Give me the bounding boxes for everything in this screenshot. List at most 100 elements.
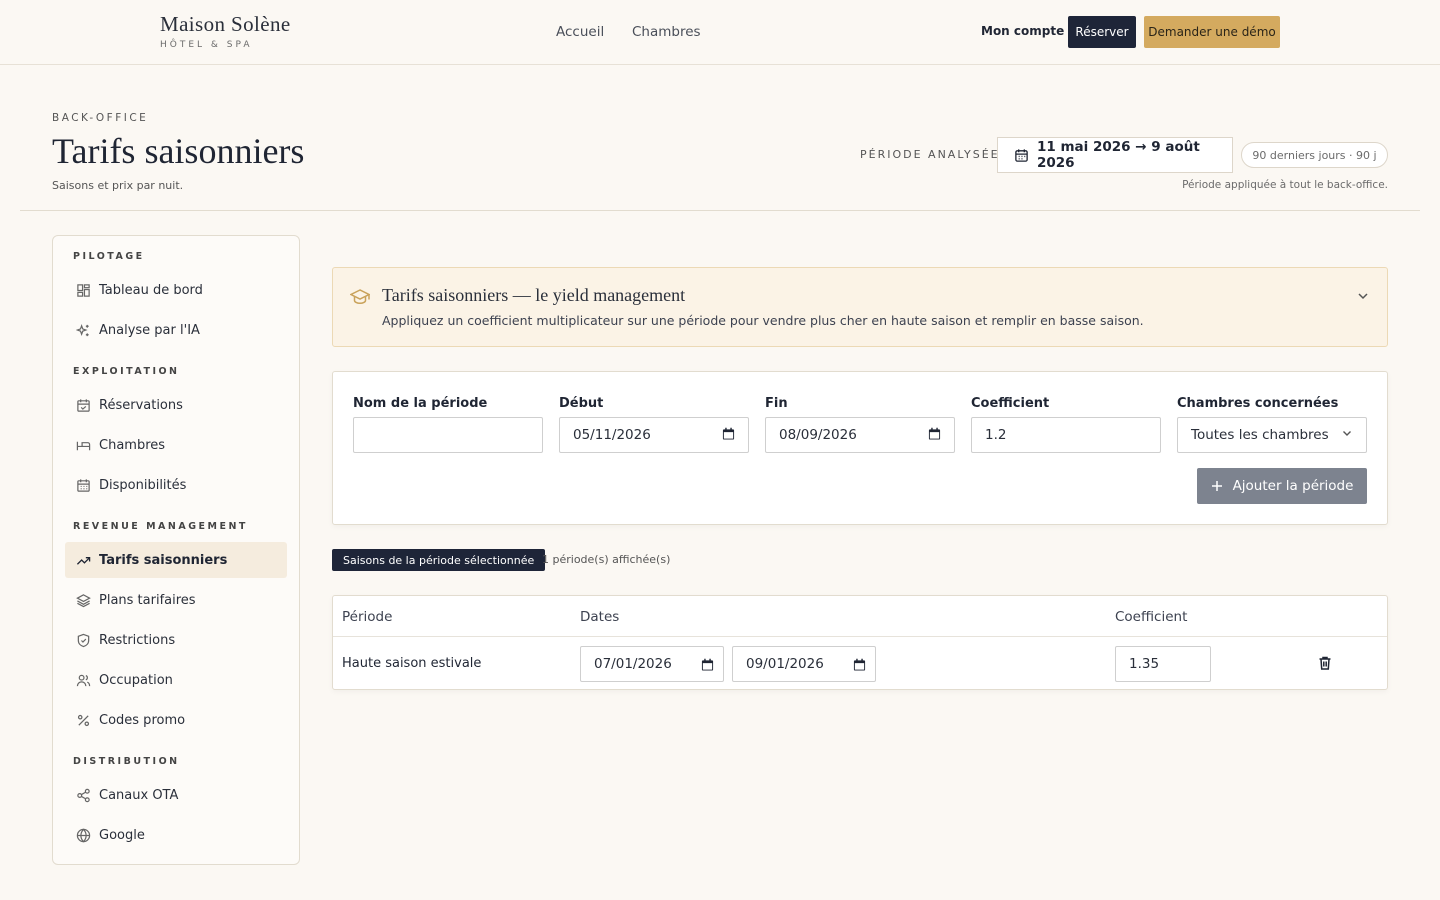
row-end-date-value: 09/01/2026 <box>746 656 824 672</box>
sidebar-item-occupancy[interactable]: Occupation <box>65 662 287 698</box>
rooms-value: Toutes les chambres <box>1191 427 1329 443</box>
sidebar-item-dashboard[interactable]: Tableau de bord <box>65 272 287 308</box>
sidebar-item-label: Chambres <box>99 437 166 453</box>
calendar-grid-icon <box>75 477 91 493</box>
row-period-name: Haute saison estivale <box>342 656 482 671</box>
row-coefficient-input[interactable]: 1.35 <box>1115 646 1211 682</box>
share-icon <box>75 787 91 803</box>
coefficient-label: Coefficient <box>971 396 1050 411</box>
period-picker[interactable]: 11 mai 2026 → 9 août 2026 <box>997 137 1233 173</box>
brand-name: Maison Solène <box>160 12 291 36</box>
nav-chambres[interactable]: Chambres <box>632 24 701 40</box>
row-coefficient-value: 1.35 <box>1129 656 1160 672</box>
sparkles-icon <box>75 322 91 338</box>
sidebar-item-label: Codes promo <box>99 712 186 728</box>
percent-icon <box>75 712 91 728</box>
period-preset-pill[interactable]: 90 derniers jours · 90 j <box>1241 142 1388 168</box>
period-range: 11 mai 2026 → 9 août 2026 <box>1037 139 1200 171</box>
sidebar-item-label: Analyse par l'IA <box>99 322 200 338</box>
chevron-down-icon[interactable] <box>1356 288 1370 307</box>
sidebar-item-availability[interactable]: Disponibilités <box>65 467 287 503</box>
calendar-check-icon <box>75 397 91 413</box>
demo-button[interactable]: Demander une démo <box>1144 16 1280 48</box>
start-date-label: Début <box>559 396 604 411</box>
period-count: 1 période(s) affichée(s) <box>542 553 671 566</box>
trending-up-icon <box>75 552 91 568</box>
sidebar-section-revenue: REVENUE MANAGEMENT <box>73 521 248 532</box>
sidebar-item-ota-channels[interactable]: Canaux OTA <box>65 777 287 813</box>
dashboard-icon <box>75 282 91 298</box>
period-name-label: Nom de la période <box>353 396 488 411</box>
sidebar: PILOTAGE Tableau de bord Analyse par l'I… <box>52 235 300 865</box>
add-period-form: Nom de la période Début 05/11/2026 Fin 0… <box>332 371 1388 525</box>
sidebar-section-pilotage: PILOTAGE <box>73 251 145 262</box>
sidebar-item-rate-plans[interactable]: Plans tarifaires <box>65 582 287 618</box>
coefficient-input[interactable]: 1.2 <box>971 417 1161 453</box>
period-name-input[interactable] <box>353 417 543 453</box>
account-link[interactable]: Mon compte <box>981 24 1064 38</box>
sidebar-item-label: Canaux OTA <box>99 787 179 803</box>
sidebar-item-promo-codes[interactable]: Codes promo <box>65 702 287 738</box>
sidebar-item-google[interactable]: Google <box>65 817 287 853</box>
plus-icon <box>1211 480 1223 492</box>
end-date-label: Fin <box>765 396 788 411</box>
info-banner[interactable]: Tarifs saisonniers — le yield management… <box>332 267 1388 347</box>
info-title: Tarifs saisonniers — le yield management <box>382 285 686 305</box>
sidebar-item-label: Google <box>99 827 145 843</box>
sidebar-item-label: Plans tarifaires <box>99 592 196 608</box>
sidebar-item-label: Disponibilités <box>99 477 187 493</box>
page-subtitle: Saisons et prix par nuit. <box>52 179 184 192</box>
calendar-icon[interactable] <box>928 427 941 444</box>
page-eyebrow: BACK-OFFICE <box>52 112 149 124</box>
book-button[interactable]: Réserver <box>1068 16 1136 48</box>
sidebar-item-reservations[interactable]: Réservations <box>65 387 287 423</box>
nav-accueil[interactable]: Accueil <box>556 24 604 40</box>
sidebar-section-distribution: DISTRIBUTION <box>73 756 180 767</box>
bed-icon <box>75 437 91 453</box>
calendar-icon <box>1014 148 1037 163</box>
sidebar-item-restrictions[interactable]: Restrictions <box>65 622 287 658</box>
sidebar-item-label: Tableau de bord <box>99 282 203 298</box>
calendar-icon[interactable] <box>722 427 735 444</box>
column-header-coefficient: Coefficient <box>1115 609 1188 625</box>
seasons-filter-badge: Saisons de la période sélectionnée <box>332 549 546 571</box>
users-icon <box>75 672 91 688</box>
top-bar: Maison Solène HÔTEL & SPA Accueil Chambr… <box>0 0 1440 65</box>
table-header-divider <box>333 636 1387 637</box>
row-start-date-input[interactable]: 07/01/2026 <box>580 646 724 682</box>
add-period-label: Ajouter la période <box>1232 478 1354 494</box>
sidebar-item-label: Tarifs saisonniers <box>99 552 228 568</box>
chevron-down-icon <box>1341 427 1353 443</box>
add-period-button[interactable]: Ajouter la période <box>1197 468 1367 504</box>
sidebar-item-seasonal-rates[interactable]: Tarifs saisonniers <box>65 542 287 578</box>
period-label: PÉRIODE ANALYSÉE <box>860 148 1000 161</box>
page-title: Tarifs saisonniers <box>52 131 305 171</box>
brand-logo[interactable]: Maison Solène HÔTEL & SPA <box>160 12 291 50</box>
column-header-dates: Dates <box>580 609 620 625</box>
end-date-value: 08/09/2026 <box>779 427 857 443</box>
sidebar-item-rooms[interactable]: Chambres <box>65 427 287 463</box>
layers-icon <box>75 592 91 608</box>
calendar-icon[interactable] <box>701 658 714 671</box>
trash-icon[interactable] <box>1317 655 1333 675</box>
sidebar-item-label: Réservations <box>99 397 183 413</box>
sidebar-item-label: Occupation <box>99 672 173 688</box>
divider <box>20 210 1420 211</box>
sidebar-item-ai-analysis[interactable]: Analyse par l'IA <box>65 312 287 348</box>
start-date-input[interactable]: 05/11/2026 <box>559 417 749 453</box>
seasons-table: Période Dates Coefficient Haute saison e… <box>332 595 1388 690</box>
rooms-select[interactable]: Toutes les chambres <box>1177 417 1367 453</box>
brand-tagline: HÔTEL & SPA <box>160 40 253 50</box>
sidebar-item-label: Restrictions <box>99 632 176 648</box>
column-header-period: Période <box>342 609 393 625</box>
end-date-input[interactable]: 08/09/2026 <box>765 417 955 453</box>
period-note: Période appliquée à tout le back-office. <box>1182 179 1388 191</box>
calendar-icon[interactable] <box>853 658 866 671</box>
globe-icon <box>75 827 91 843</box>
row-end-date-input[interactable]: 09/01/2026 <box>732 646 876 682</box>
graduation-cap-icon <box>349 288 371 310</box>
row-start-date-value: 07/01/2026 <box>594 656 672 672</box>
sidebar-section-exploitation: EXPLOITATION <box>73 366 180 377</box>
start-date-value: 05/11/2026 <box>573 427 651 443</box>
info-text: Appliquez un coefficient multiplicateur … <box>382 313 1144 328</box>
